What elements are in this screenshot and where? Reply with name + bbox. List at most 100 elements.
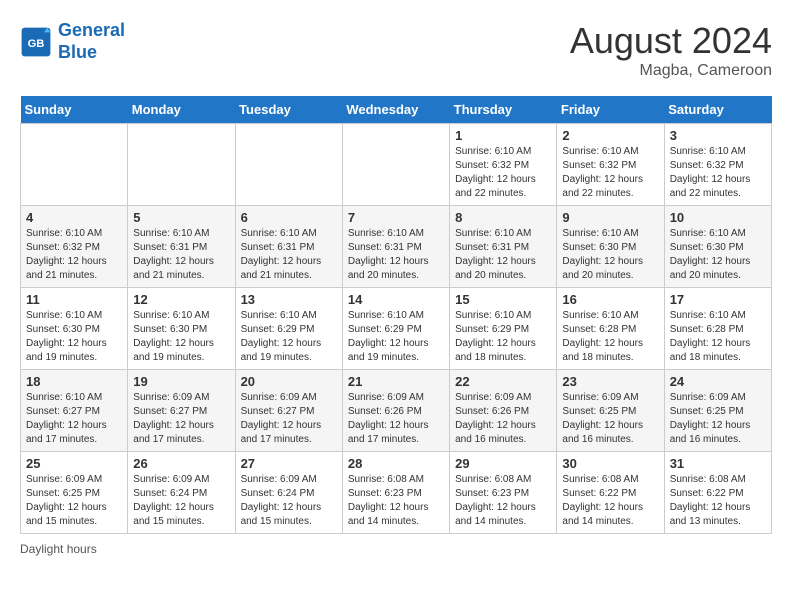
calendar-cell: 31 Sunrise: 6:08 AM Sunset: 6:22 PM Dayli… (664, 452, 771, 534)
cell-info: Sunrise: 6:10 AM Sunset: 6:31 PM Dayligh… (455, 227, 551, 283)
cell-info: Sunrise: 6:09 AM Sunset: 6:25 PM Dayligh… (670, 391, 766, 447)
calendar-cell: 23Sunrise: 6:09 AM Sunset: 6:25 PM Dayli… (557, 370, 664, 452)
day-number: 9 (562, 210, 658, 225)
cell-info: Sunrise: 6:10 AM Sunset: 6:32 PM Dayligh… (670, 145, 766, 201)
day-number: 20 (241, 374, 337, 389)
cell-info: Sunrise: 6:10 AM Sunset: 6:32 PM Dayligh… (455, 145, 551, 201)
cell-info: Sunrise: 6:10 AM Sunset: 6:29 PM Dayligh… (455, 309, 551, 365)
day-number: 25 (26, 456, 122, 471)
col-sunday: Sunday (21, 96, 128, 124)
day-number: 19 (133, 374, 229, 389)
calendar-cell: 3 Sunrise: 6:10 AM Sunset: 6:32 PM Daylig… (664, 124, 771, 206)
cell-info: Sunrise: 6:10 AM Sunset: 6:29 PM Dayligh… (348, 309, 444, 365)
calendar-cell: 7 Sunrise: 6:10 AM Sunset: 6:31 PM Daylig… (342, 206, 449, 288)
day-number: 31 (670, 456, 766, 471)
calendar-cell: 2 Sunrise: 6:10 AM Sunset: 6:32 PM Daylig… (557, 124, 664, 206)
day-number: 18 (26, 374, 122, 389)
calendar-cell: 6Sunrise: 6:10 AM Sunset: 6:31 PM Daylig… (235, 206, 342, 288)
calendar-cell: 11 Sunrise: 6:10 AM Sunset: 6:30 PM Dayli… (21, 288, 128, 370)
calendar-cell: 12 Sunrise: 6:10 AM Sunset: 6:30 PM Dayli… (128, 288, 235, 370)
page-header: GB General Blue August 2024 Magba, Camer… (20, 20, 772, 80)
calendar-cell: 17 Sunrise: 6:10 AM Sunset: 6:28 PM Dayli… (664, 288, 771, 370)
day-number: 7 (348, 210, 444, 225)
cell-info: Sunrise: 6:09 AM Sunset: 6:25 PM Dayligh… (562, 391, 658, 447)
day-number: 12 (133, 292, 229, 307)
calendar-cell: 5Sunrise: 6:10 AM Sunset: 6:31 PM Daylig… (128, 206, 235, 288)
day-number: 22 (455, 374, 551, 389)
cell-info: Sunrise: 6:09 AM Sunset: 6:26 PM Dayligh… (348, 391, 444, 447)
cell-info: Sunrise: 6:10 AM Sunset: 6:30 PM Dayligh… (562, 227, 658, 283)
logo-text: General Blue (58, 20, 125, 63)
calendar-cell: 24Sunrise: 6:09 AM Sunset: 6:25 PM Dayli… (664, 370, 771, 452)
calendar-cell: 27Sunrise: 6:09 AM Sunset: 6:24 PM Dayli… (235, 452, 342, 534)
col-saturday: Saturday (664, 96, 771, 124)
col-monday: Monday (128, 96, 235, 124)
calendar-table: Sunday Monday Tuesday Wednesday Thursday… (20, 96, 772, 534)
calendar-cell (21, 124, 128, 206)
daylight-label: Daylight hours (20, 542, 97, 556)
day-number: 13 (241, 292, 337, 307)
cell-info: Sunrise: 6:08 AM Sunset: 6:23 PM Dayligh… (348, 473, 444, 529)
week-row-2: 4Sunrise: 6:10 AM Sunset: 6:32 PM Daylig… (21, 206, 772, 288)
cell-info: Sunrise: 6:10 AM Sunset: 6:27 PM Dayligh… (26, 391, 122, 447)
calendar-cell: 28 Sunrise: 6:08 AM Sunset: 6:23 PM Dayli… (342, 452, 449, 534)
calendar-cell: 19 Sunrise: 6:09 AM Sunset: 6:27 PM Dayli… (128, 370, 235, 452)
calendar-cell: 29Sunrise: 6:08 AM Sunset: 6:23 PM Dayli… (450, 452, 557, 534)
week-row-4: 18 Sunrise: 6:10 AM Sunset: 6:27 PM Dayli… (21, 370, 772, 452)
cell-info: Sunrise: 6:10 AM Sunset: 6:28 PM Dayligh… (562, 309, 658, 365)
calendar-cell: 4Sunrise: 6:10 AM Sunset: 6:32 PM Daylig… (21, 206, 128, 288)
day-number: 30 (562, 456, 658, 471)
day-number: 1 (455, 128, 551, 143)
day-number: 28 (348, 456, 444, 471)
day-number: 16 (562, 292, 658, 307)
cell-info: Sunrise: 6:09 AM Sunset: 6:25 PM Dayligh… (26, 473, 122, 529)
calendar-cell: 15 Sunrise: 6:10 AM Sunset: 6:29 PM Dayli… (450, 288, 557, 370)
cell-info: Sunrise: 6:10 AM Sunset: 6:29 PM Dayligh… (241, 309, 337, 365)
day-number: 14 (348, 292, 444, 307)
footer: Daylight hours (20, 542, 772, 556)
calendar-cell: 21 Sunrise: 6:09 AM Sunset: 6:26 PM Dayli… (342, 370, 449, 452)
cell-info: Sunrise: 6:08 AM Sunset: 6:22 PM Dayligh… (670, 473, 766, 529)
col-thursday: Thursday (450, 96, 557, 124)
cell-info: Sunrise: 6:10 AM Sunset: 6:32 PM Dayligh… (562, 145, 658, 201)
calendar-cell (235, 124, 342, 206)
cell-info: Sunrise: 6:10 AM Sunset: 6:28 PM Dayligh… (670, 309, 766, 365)
svg-text:GB: GB (28, 37, 45, 49)
day-number: 15 (455, 292, 551, 307)
calendar-cell: 20Sunrise: 6:09 AM Sunset: 6:27 PM Dayli… (235, 370, 342, 452)
cell-info: Sunrise: 6:10 AM Sunset: 6:30 PM Dayligh… (670, 227, 766, 283)
day-number: 2 (562, 128, 658, 143)
calendar-cell: 8Sunrise: 6:10 AM Sunset: 6:31 PM Daylig… (450, 206, 557, 288)
logo: GB General Blue (20, 20, 125, 63)
calendar-cell: 18 Sunrise: 6:10 AM Sunset: 6:27 PM Dayli… (21, 370, 128, 452)
calendar-cell (128, 124, 235, 206)
day-number: 10 (670, 210, 766, 225)
day-number: 29 (455, 456, 551, 471)
col-wednesday: Wednesday (342, 96, 449, 124)
col-friday: Friday (557, 96, 664, 124)
day-number: 17 (670, 292, 766, 307)
calendar-cell: 10 Sunrise: 6:10 AM Sunset: 6:30 PM Dayli… (664, 206, 771, 288)
week-row-3: 11 Sunrise: 6:10 AM Sunset: 6:30 PM Dayli… (21, 288, 772, 370)
cell-info: Sunrise: 6:09 AM Sunset: 6:24 PM Dayligh… (133, 473, 229, 529)
cell-info: Sunrise: 6:09 AM Sunset: 6:27 PM Dayligh… (133, 391, 229, 447)
week-row-1: 1 Sunrise: 6:10 AM Sunset: 6:32 PM Daylig… (21, 124, 772, 206)
cell-info: Sunrise: 6:10 AM Sunset: 6:30 PM Dayligh… (26, 309, 122, 365)
calendar-cell: 13 Sunrise: 6:10 AM Sunset: 6:29 PM Dayli… (235, 288, 342, 370)
week-row-5: 25 Sunrise: 6:09 AM Sunset: 6:25 PM Dayli… (21, 452, 772, 534)
day-number: 21 (348, 374, 444, 389)
day-number: 11 (26, 292, 122, 307)
day-number: 26 (133, 456, 229, 471)
calendar-cell (342, 124, 449, 206)
day-number: 3 (670, 128, 766, 143)
day-number: 6 (241, 210, 337, 225)
calendar-cell: 16 Sunrise: 6:10 AM Sunset: 6:28 PM Dayli… (557, 288, 664, 370)
calendar-cell: 22Sunrise: 6:09 AM Sunset: 6:26 PM Dayli… (450, 370, 557, 452)
month-title: August 2024 (570, 20, 772, 62)
calendar-cell: 9 Sunrise: 6:10 AM Sunset: 6:30 PM Daylig… (557, 206, 664, 288)
day-number: 5 (133, 210, 229, 225)
logo-icon: GB (20, 26, 52, 58)
cell-info: Sunrise: 6:10 AM Sunset: 6:30 PM Dayligh… (133, 309, 229, 365)
cell-info: Sunrise: 6:08 AM Sunset: 6:22 PM Dayligh… (562, 473, 658, 529)
cell-info: Sunrise: 6:10 AM Sunset: 6:31 PM Dayligh… (348, 227, 444, 283)
